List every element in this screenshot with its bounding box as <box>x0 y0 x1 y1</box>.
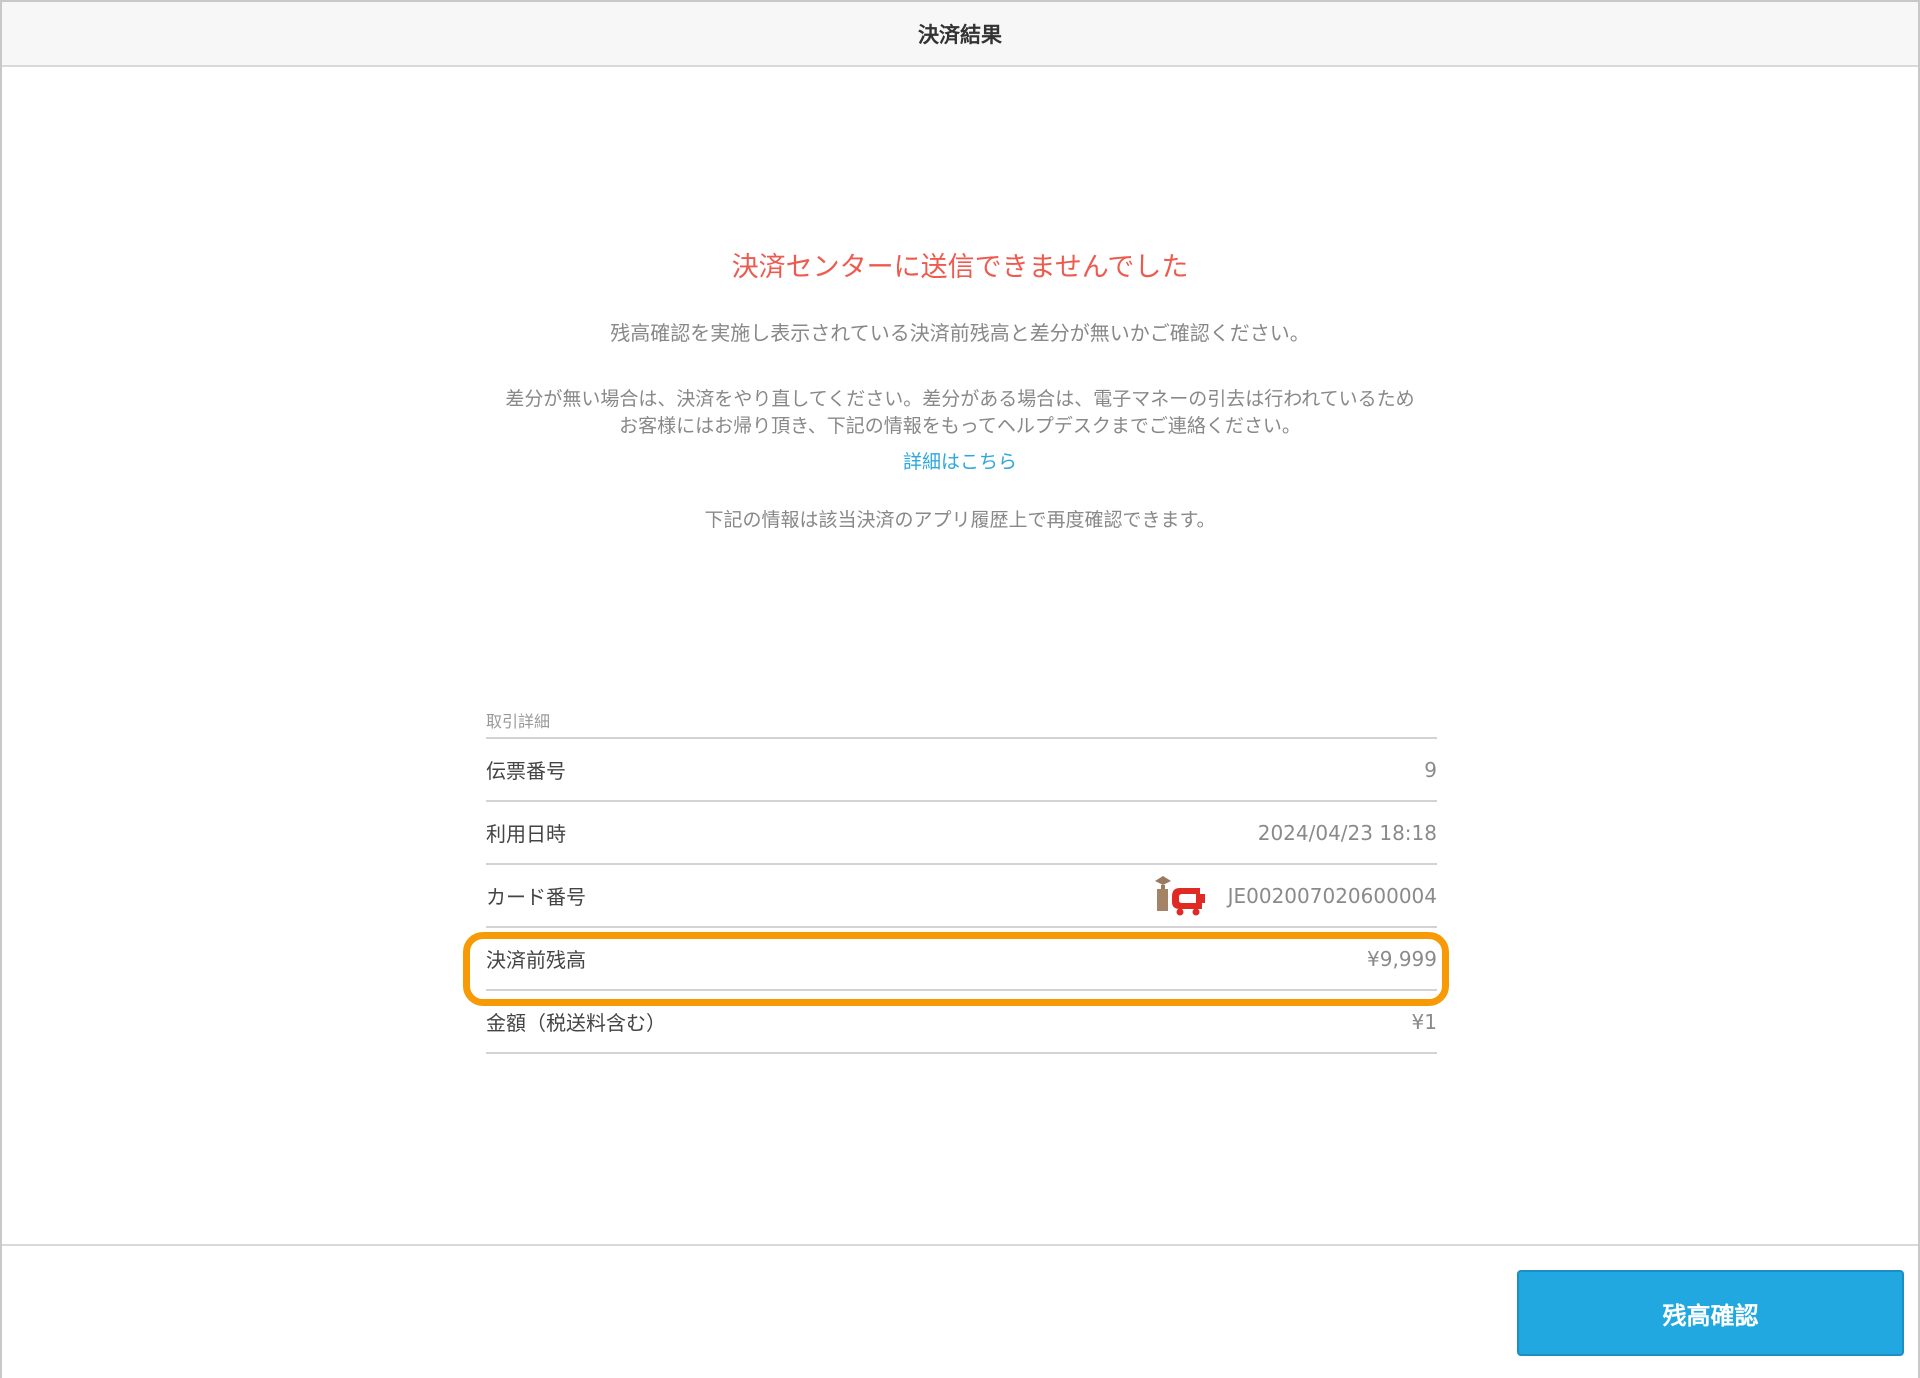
detail-row-label: 利用日時 <box>486 822 566 846</box>
detail-row-value: 9 <box>1424 757 1437 782</box>
detail-row-slip-number: 伝票番号 9 <box>486 739 1437 802</box>
instruction-text-2b: お客様にはお帰り頂き、下記の情報をもってヘルプデスクまでご連絡ください。 <box>619 415 1301 437</box>
instruction-text-2a: 差分が無い場合は、決済をやり直してください。差分がある場合は、電子マネーの引去は… <box>505 388 1415 410</box>
footer-bar: 残高確認 <box>2 1244 1918 1378</box>
app-window: 決済結果 決済センターに送信できませんでした 残高確認を実施し表示されている決済… <box>0 0 1920 1378</box>
detail-row-value: ¥9,999 <box>1367 946 1437 971</box>
detail-row-prior-balance: 決済前残高 ¥9,999 <box>486 928 1437 991</box>
detail-row-label: 決済前残高 <box>486 948 586 972</box>
detail-row-datetime: 利用日時 2024/04/23 18:18 <box>486 802 1437 865</box>
details-section-title: 取引詳細 <box>486 707 1437 739</box>
header-bar: 決済結果 <box>2 2 1918 67</box>
detail-row-label: 伝票番号 <box>486 759 566 783</box>
page-title: 決済結果 <box>918 22 1002 47</box>
ic-card-logo-icon <box>1154 875 1205 915</box>
error-title: 決済センターに送信できませんでした <box>731 252 1189 283</box>
instruction-text-1: 残高確認を実施し表示されている決済前残高と差分が無いかご確認ください。 <box>610 321 1310 345</box>
detail-link[interactable]: 詳細はこちら <box>2 447 1918 474</box>
detail-row-value: 2024/04/23 18:18 <box>1257 820 1437 845</box>
card-number-value-group: JE002007020600004 <box>1152 874 1437 918</box>
detail-row-card-number: カード番号 JE002007020600004 <box>486 865 1437 928</box>
instruction-text-3: 下記の情報は該当決済のアプリ履歴上で再度確認できます。 <box>704 509 1216 531</box>
card-number-value: JE002007020600004 <box>1227 883 1437 908</box>
transaction-details: 取引詳細 伝票番号 9 利用日時 2024/04/23 18:18 カード番号 <box>486 707 1437 1054</box>
detail-row-value: ¥1 <box>1411 1009 1437 1034</box>
instruction-text-2: 差分が無い場合は、決済をやり直してください。差分がある場合は、電子マネーの引去は… <box>2 386 1918 440</box>
detail-row-label: 金額（税送料含む） <box>486 1011 666 1035</box>
detail-row-amount: 金額（税送料含む） ¥1 <box>486 991 1437 1054</box>
balance-check-button[interactable]: 残高確認 <box>1517 1270 1904 1356</box>
detail-row-label: カード番号 <box>486 885 586 909</box>
